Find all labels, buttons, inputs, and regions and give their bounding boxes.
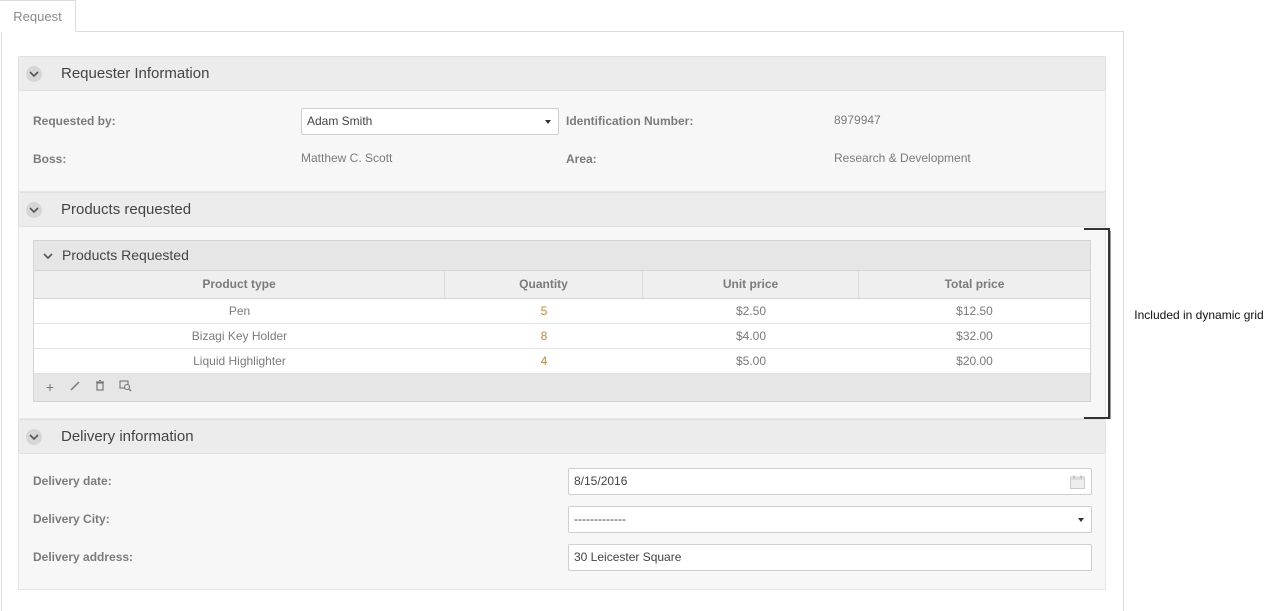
table-row[interactable]: Pen 5 $2.50 $12.50: [34, 299, 1090, 324]
area-value: Research & Development: [834, 151, 971, 165]
chevron-down-icon[interactable]: [43, 252, 53, 260]
delivery-section-header[interactable]: Delivery information: [18, 419, 1106, 454]
dropdown-caret-icon: [1078, 518, 1084, 522]
boss-value: Matthew C. Scott: [301, 151, 393, 165]
delivery-address-value: 30 Leicester Square: [574, 550, 682, 564]
chevron-down-icon[interactable]: [26, 202, 42, 218]
delivery-address-input[interactable]: 30 Leicester Square: [568, 544, 1092, 571]
cell-product-type: Pen: [228, 304, 251, 318]
annotation-text: Included in dynamic grid: [1134, 308, 1264, 322]
grid-column-headers: Product type Quantity Unit price Total p…: [34, 271, 1090, 299]
column-header-total-price[interactable]: Total price: [859, 271, 1090, 298]
delivery-section-body: Delivery date: 8/15/2016 Delivery City: …: [18, 454, 1106, 590]
cell-unit-price: $4.00: [735, 329, 767, 343]
requester-section-header[interactable]: Requester Information: [18, 56, 1106, 91]
identification-number-label: Identification Number:: [566, 114, 694, 128]
delivery-city-select[interactable]: -------------: [568, 506, 1092, 533]
delivery-date-label: Delivery date:: [33, 474, 112, 488]
grid-toolbar: +: [34, 374, 1090, 401]
products-section-header[interactable]: Products requested: [18, 192, 1106, 227]
requested-by-select[interactable]: Adam Smith: [301, 108, 559, 135]
requested-by-label: Requested by:: [33, 114, 116, 128]
delivery-city-value: -------------: [574, 512, 626, 526]
chevron-down-icon[interactable]: [26, 66, 42, 82]
chevron-down-icon[interactable]: [26, 429, 42, 445]
delivery-date-input[interactable]: 8/15/2016: [568, 468, 1092, 495]
cell-unit-price: $2.50: [735, 304, 767, 318]
column-header-quantity[interactable]: Quantity: [445, 271, 643, 298]
column-header-product-type[interactable]: Product type: [34, 271, 445, 298]
grid-header[interactable]: Products Requested: [34, 241, 1090, 271]
cell-quantity: 5: [540, 304, 548, 318]
table-row[interactable]: Liquid Highlighter 4 $5.00 $20.00: [34, 349, 1090, 374]
cell-total-price: $32.00: [956, 329, 993, 343]
delivery-date-value: 8/15/2016: [574, 474, 628, 488]
calendar-icon[interactable]: [1070, 475, 1085, 489]
identification-number-value: 8979947: [834, 113, 881, 127]
tab-request[interactable]: Request: [0, 0, 76, 32]
edit-icon[interactable]: [68, 380, 82, 394]
boss-label: Boss:: [33, 152, 67, 166]
delivery-address-label: Delivery address:: [33, 550, 134, 564]
annotation-bracket: [1084, 228, 1110, 419]
section-title: Delivery information: [61, 428, 194, 445]
cell-product-type: Liquid Highlighter: [193, 354, 286, 368]
detail-icon[interactable]: [118, 380, 132, 394]
delete-icon[interactable]: [93, 380, 107, 394]
section-title: Products requested: [61, 201, 192, 218]
table-row[interactable]: Bizagi Key Holder 8 $4.00 $32.00: [34, 324, 1090, 349]
delivery-city-label: Delivery City:: [33, 512, 110, 526]
cell-quantity: 8: [540, 329, 548, 343]
dropdown-caret-icon: [545, 120, 551, 124]
grid-title: Products Requested: [62, 247, 189, 263]
cell-unit-price: $5.00: [735, 354, 767, 368]
column-header-unit-price[interactable]: Unit price: [643, 271, 859, 298]
requested-by-value: Adam Smith: [307, 114, 373, 128]
cell-total-price: $20.00: [956, 354, 993, 368]
area-label: Area:: [566, 152, 597, 166]
products-grid: Products Requested Product type Quantity…: [33, 240, 1091, 402]
cell-quantity: 4: [540, 354, 548, 368]
cell-total-price: $12.50: [956, 304, 993, 318]
add-icon[interactable]: +: [43, 380, 57, 394]
section-title: Requester Information: [61, 65, 210, 82]
cell-product-type: Bizagi Key Holder: [191, 329, 288, 343]
requester-section-body: Requested by: Adam Smith Identification …: [18, 91, 1106, 192]
